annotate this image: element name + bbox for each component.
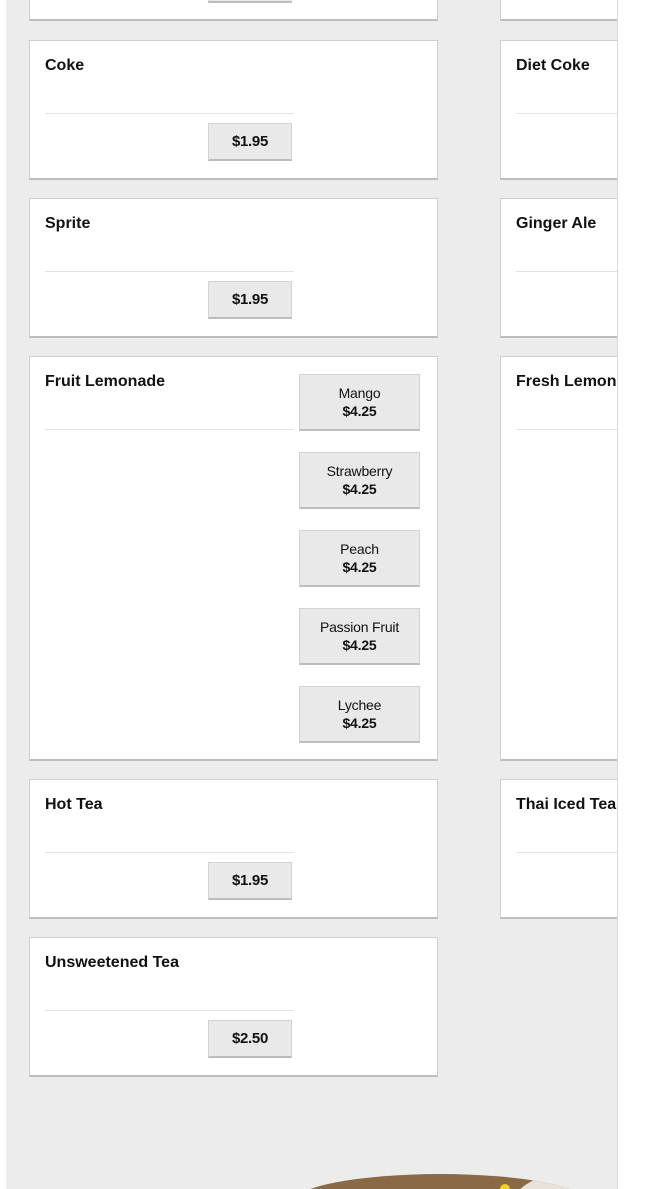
option-text: Strawberry $4.25 — [327, 462, 393, 498]
divider — [45, 1010, 294, 1011]
menu-card-partial-right — [500, 0, 617, 21]
menu-card-hot-tea[interactable]: Hot Tea $1.95 — [29, 779, 438, 919]
option-name: Passion Fruit — [319, 619, 400, 635]
divider — [45, 852, 294, 853]
divider — [516, 113, 617, 114]
divider — [45, 429, 294, 430]
menu-card-diet-coke[interactable]: Diet Coke — [500, 40, 617, 180]
option-price: $4.25 — [342, 403, 377, 419]
option-price: $4.25 — [342, 715, 377, 731]
plate-rim — [500, 1174, 590, 1189]
option-name: Peach — [340, 541, 379, 557]
option-price: $4.25 — [342, 637, 377, 653]
menu-card-fruit-lemonade[interactable]: Fruit Lemonade Mango $4.25 Strawberry $4.2… — [29, 356, 438, 761]
menu-card-coke[interactable]: Coke $1.95 — [29, 40, 438, 180]
option-text: Mango $4.25 — [339, 384, 381, 420]
option-button-mango[interactable]: Mango $4.25 — [299, 374, 420, 431]
option-price: $4.25 — [342, 559, 377, 575]
price-button[interactable]: $1.95 — [208, 123, 292, 161]
option-name: Strawberry — [326, 463, 393, 479]
menu-card-partial — [29, 0, 438, 21]
card-title: Fresh Lemonade — [516, 373, 617, 390]
card-title: Ginger Ale — [516, 215, 597, 232]
divider — [516, 271, 617, 272]
menu-card-ginger-ale[interactable]: Ginger Ale — [500, 198, 617, 338]
option-button-passion-fruit[interactable]: Passion Fruit $4.25 — [299, 608, 420, 665]
option-text: Passion Fruit $4.25 — [310, 618, 409, 654]
card-title: Thai Iced Tea — [516, 796, 617, 813]
divider — [516, 429, 617, 430]
divider — [45, 113, 294, 114]
option-text: Lychee $4.25 — [337, 696, 382, 732]
card-title: Hot Tea — [45, 796, 103, 813]
menu-card-sprite[interactable]: Sprite $1.95 — [29, 198, 438, 338]
option-button-strawberry[interactable]: Strawberry $4.25 — [299, 452, 420, 509]
price-button[interactable] — [208, 0, 292, 3]
menu-card-unsweetened-tea[interactable]: Unsweetened Tea $2.50 — [29, 937, 438, 1077]
divider — [45, 271, 294, 272]
lemon-garnish — [500, 1184, 510, 1189]
option-name: Lychee — [337, 697, 382, 713]
menu-card-thai-iced-tea[interactable]: Thai Iced Tea — [500, 779, 617, 919]
menu-card-fresh-lemonade[interactable]: Fresh Lemonade — [500, 356, 617, 761]
price-button[interactable]: $1.95 — [208, 862, 292, 900]
option-button-peach[interactable]: Peach $4.25 — [299, 530, 420, 587]
card-title: Coke — [45, 57, 85, 74]
option-name: Mango — [338, 385, 381, 401]
food-photo — [290, 1174, 590, 1189]
option-price: $4.25 — [342, 481, 377, 497]
card-title: Fruit Lemonade — [45, 373, 166, 390]
card-title: Sprite — [45, 215, 91, 232]
price-button[interactable]: $1.95 — [208, 281, 292, 319]
price-button[interactable]: $2.50 — [208, 1020, 292, 1058]
card-title: Unsweetened Tea — [45, 954, 179, 971]
divider — [516, 852, 617, 853]
option-button-lychee[interactable]: Lychee $4.25 — [299, 686, 420, 743]
option-text: Peach $4.25 — [340, 540, 379, 576]
card-title: Diet Coke — [516, 57, 590, 74]
menu-viewport: Coke $1.95 Diet Coke Sprite $1.95 Ginger… — [6, 0, 618, 1189]
